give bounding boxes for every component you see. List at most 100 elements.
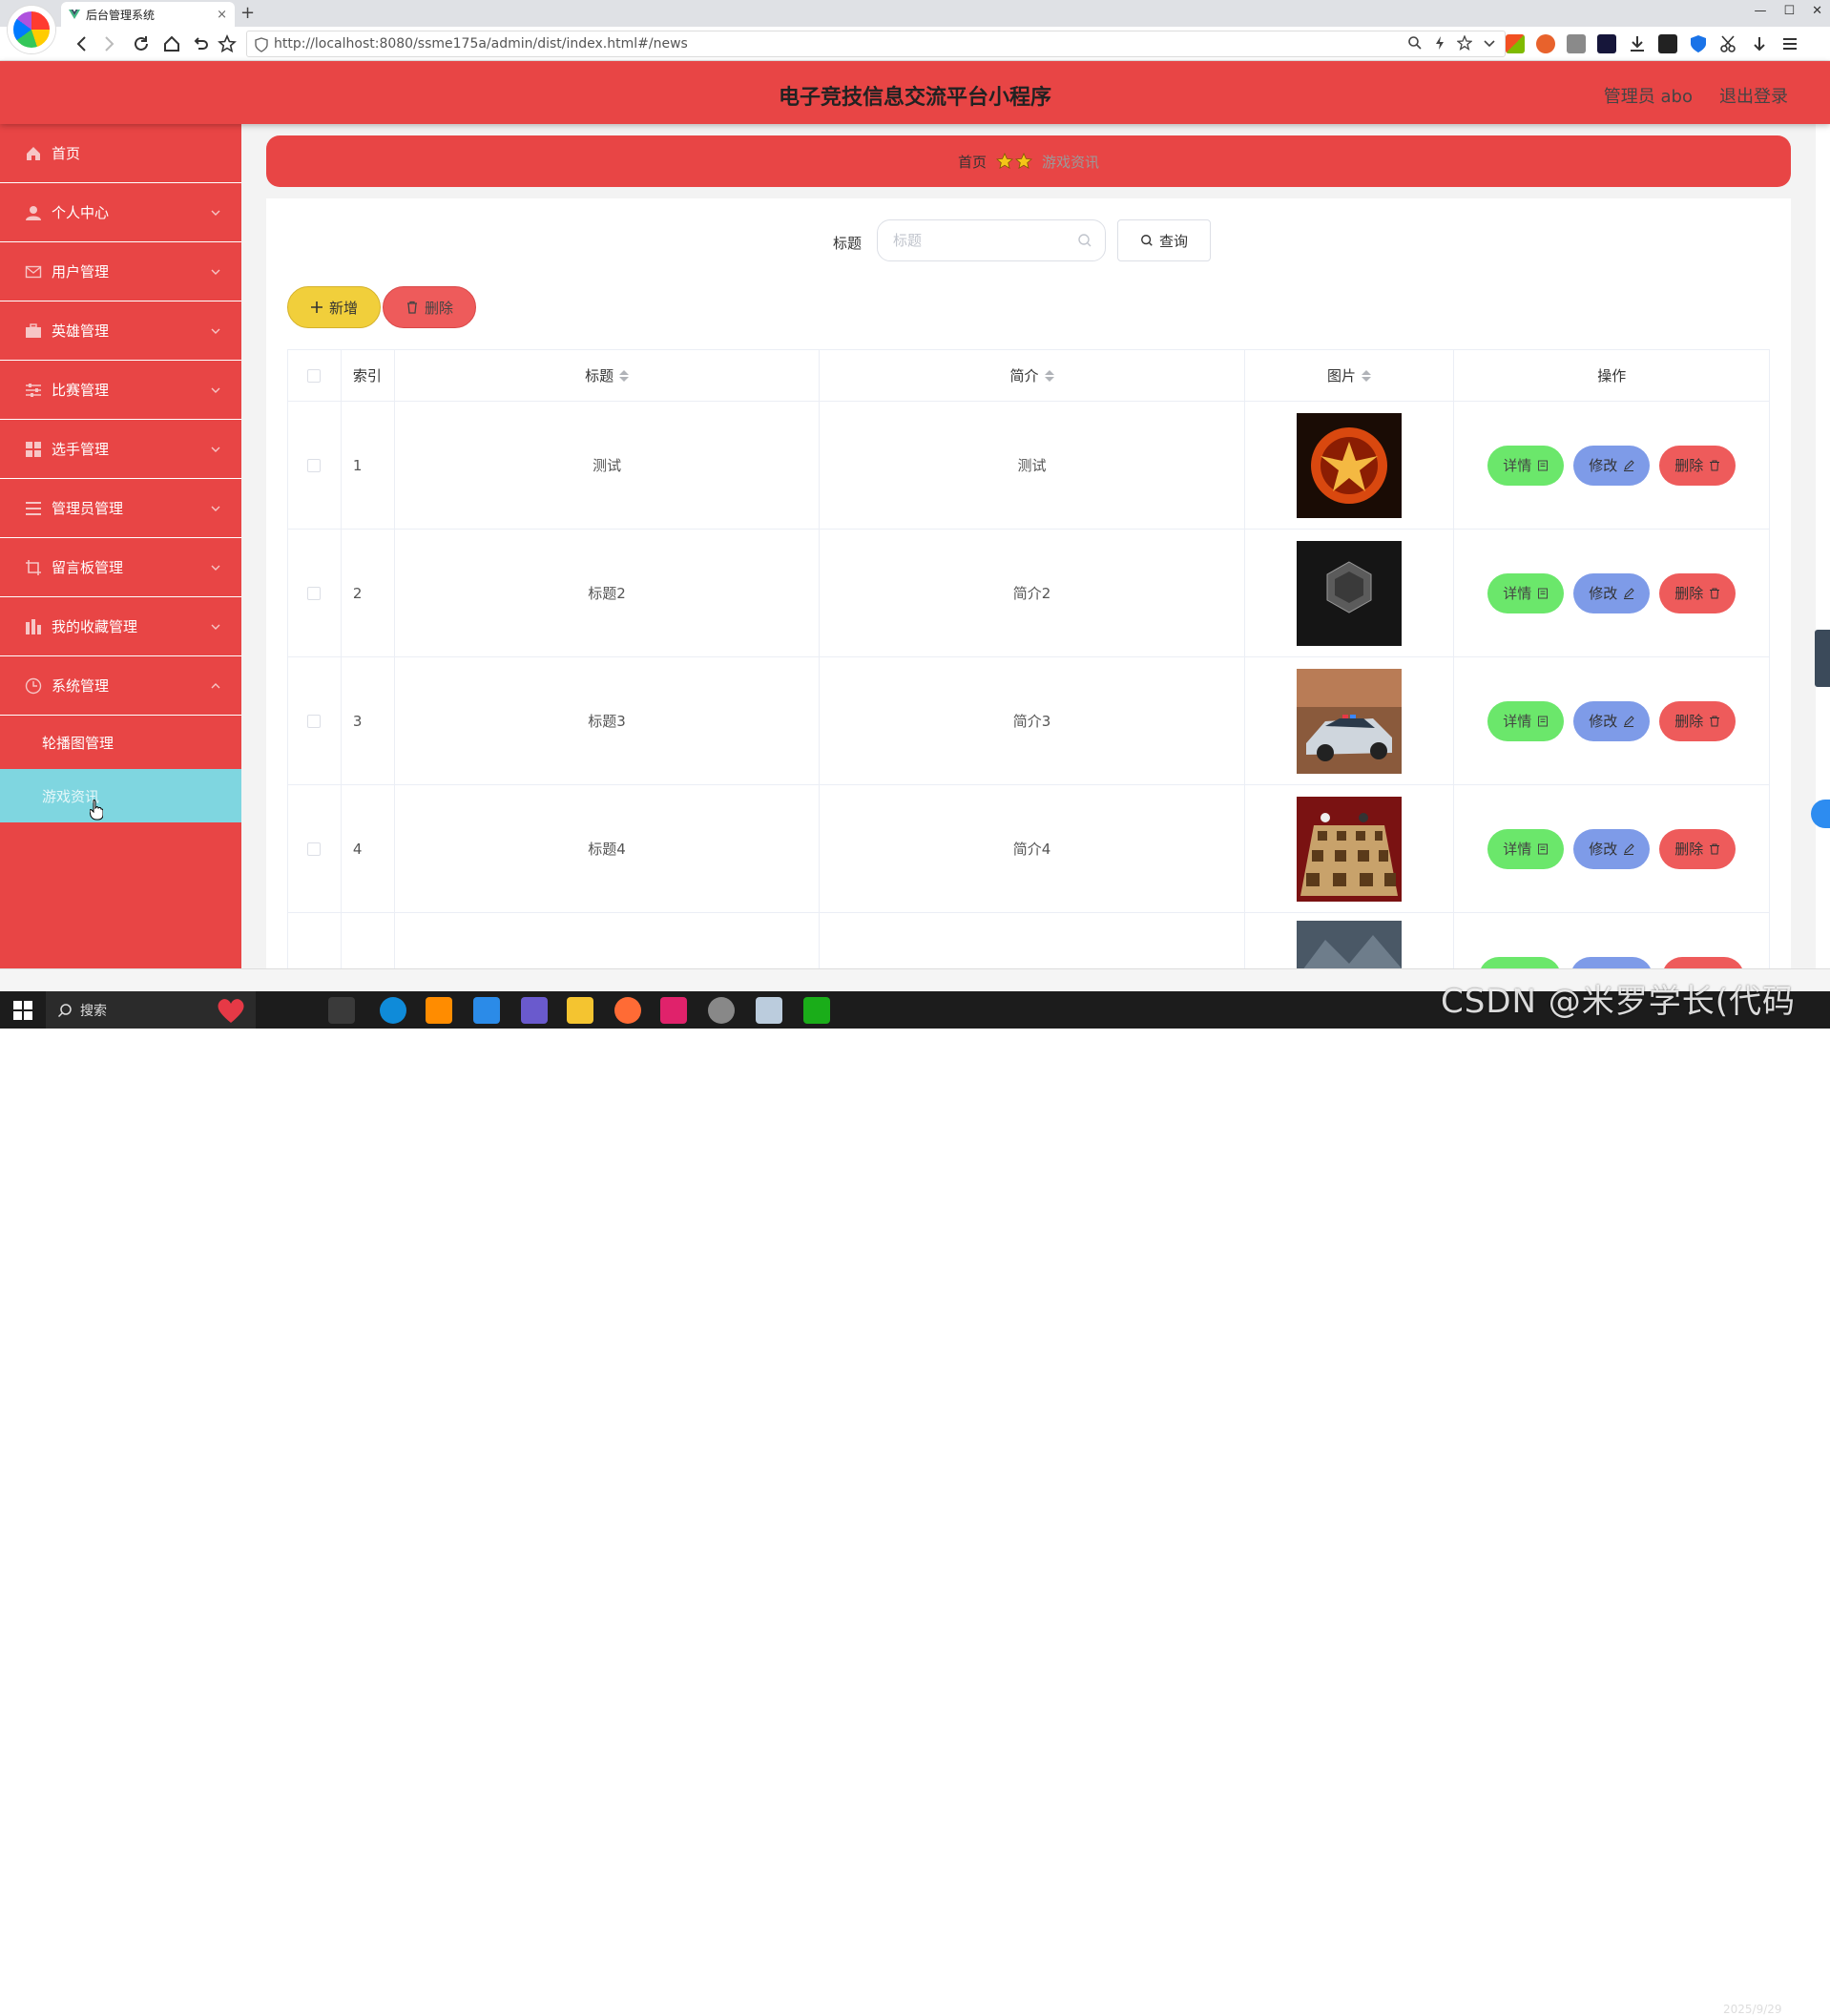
browser-taskbar-icon[interactable] bbox=[708, 997, 735, 1024]
sidebar-item-player-management[interactable]: 选手管理 bbox=[0, 420, 241, 479]
news-thumbnail[interactable] bbox=[1297, 412, 1403, 518]
sidebar-item-home[interactable]: 首页 bbox=[0, 124, 241, 183]
window-close-button[interactable]: ✕ bbox=[1812, 4, 1822, 18]
sidebar-subitem-carousel[interactable]: 轮播图管理 bbox=[0, 716, 241, 769]
edit-button[interactable] bbox=[1570, 957, 1653, 968]
sort-icon[interactable] bbox=[619, 369, 630, 382]
notes-icon[interactable] bbox=[756, 997, 782, 1024]
edit-button[interactable]: 修改 bbox=[1573, 572, 1651, 613]
side-scroll-handle[interactable] bbox=[1815, 630, 1830, 687]
sidebar-item-label: 选手管理 bbox=[52, 441, 110, 458]
taskbar-search[interactable]: 搜索 bbox=[46, 991, 256, 1029]
store-icon[interactable] bbox=[473, 997, 500, 1024]
news-thumbnail[interactable] bbox=[1297, 796, 1403, 902]
scissors-icon[interactable] bbox=[1719, 34, 1738, 53]
detail-button[interactable]: 详情 bbox=[1487, 828, 1565, 869]
news-thumbnail[interactable] bbox=[1297, 668, 1403, 774]
shield-blue-icon[interactable] bbox=[1689, 34, 1708, 53]
edit-button[interactable]: 修改 bbox=[1573, 445, 1651, 486]
column-header-image[interactable]: 图片 bbox=[1327, 365, 1356, 385]
extension-music-icon[interactable] bbox=[1567, 34, 1586, 53]
sidebar-item-match-management[interactable]: 比赛管理 bbox=[0, 361, 241, 420]
breadcrumb-home[interactable]: 首页 bbox=[958, 152, 987, 172]
delete-button[interactable]: 删除 bbox=[1659, 828, 1736, 869]
back-icon[interactable] bbox=[73, 34, 92, 53]
sliders-icon bbox=[26, 383, 41, 397]
extension-fire-icon[interactable] bbox=[1536, 34, 1555, 53]
dropdown-chevron-icon[interactable] bbox=[1482, 35, 1497, 51]
column-header-title[interactable]: 标题 bbox=[585, 365, 613, 385]
trash-icon bbox=[1710, 843, 1720, 854]
delete-button[interactable]: 删除 bbox=[1659, 445, 1736, 486]
favorite-star-icon[interactable] bbox=[1457, 35, 1472, 51]
logout-link[interactable]: 退出登录 bbox=[1719, 83, 1788, 108]
sidebar-item-message-board[interactable]: 留言板管理 bbox=[0, 538, 241, 597]
column-header-index: 索引 bbox=[352, 367, 382, 384]
sidebar-subitem-game-news[interactable]: 游戏资讯 bbox=[0, 769, 241, 822]
edit-button[interactable]: 修改 bbox=[1573, 700, 1651, 741]
news-thumbnail[interactable] bbox=[1297, 921, 1403, 968]
security-shield-icon bbox=[255, 37, 268, 52]
sidebar-item-personal-center[interactable]: 个人中心 bbox=[0, 183, 241, 242]
row-checkbox[interactable] bbox=[307, 714, 322, 728]
task-view-icon[interactable] bbox=[328, 997, 355, 1024]
sort-icon[interactable] bbox=[1362, 369, 1372, 382]
browser-tab[interactable]: 后台管理系统 × bbox=[61, 2, 235, 27]
row-checkbox[interactable] bbox=[307, 458, 322, 472]
apps-grid-icon[interactable] bbox=[1506, 34, 1525, 53]
detail-button[interactable]: 详情 bbox=[1487, 572, 1565, 613]
title-search-input[interactable] bbox=[877, 219, 1106, 261]
sidebar-item-favorites[interactable]: 我的收藏管理 bbox=[0, 597, 241, 656]
chevron-down-icon bbox=[211, 387, 220, 393]
sidebar-item-system-management[interactable]: 系统管理 bbox=[0, 656, 241, 716]
sidebar-item-hero-management[interactable]: 英雄管理 bbox=[0, 301, 241, 361]
query-button[interactable]: 查询 bbox=[1117, 219, 1211, 261]
menu-icon[interactable] bbox=[1780, 34, 1799, 53]
undo-icon[interactable] bbox=[191, 34, 210, 53]
extension-puzzle-icon[interactable] bbox=[1658, 34, 1677, 53]
tab-close-icon[interactable]: × bbox=[217, 8, 227, 22]
download-icon[interactable] bbox=[1628, 34, 1647, 53]
sidebar-item-admin-management[interactable]: 管理员管理 bbox=[0, 479, 241, 538]
row-checkbox[interactable] bbox=[307, 586, 322, 600]
bookmark-star-icon[interactable] bbox=[218, 34, 237, 53]
app-icon[interactable] bbox=[521, 997, 548, 1024]
forward-icon[interactable] bbox=[99, 34, 118, 53]
window-maximize-button[interactable]: ☐ bbox=[1783, 4, 1795, 18]
address-bar[interactable]: http://localhost:8080/ssme175a/admin/dis… bbox=[246, 31, 1506, 57]
new-tab-button[interactable]: + bbox=[240, 3, 255, 23]
chevron-down-icon bbox=[211, 210, 220, 216]
lightning-icon[interactable] bbox=[1432, 35, 1447, 51]
edit-label: 修改 bbox=[1589, 841, 1618, 858]
extension-icons bbox=[1506, 34, 1799, 53]
zoom-icon[interactable] bbox=[1407, 35, 1423, 51]
ide-icon[interactable] bbox=[660, 997, 687, 1024]
detail-button[interactable] bbox=[1479, 957, 1562, 968]
news-thumbnail[interactable] bbox=[1297, 540, 1403, 646]
delete-button[interactable]: 删除 bbox=[1659, 572, 1736, 613]
reload-icon[interactable] bbox=[132, 34, 151, 53]
edge-browser-icon[interactable] bbox=[380, 997, 406, 1024]
extension-dark-icon[interactable] bbox=[1597, 34, 1616, 53]
chevron-down-icon bbox=[211, 328, 220, 334]
detail-button[interactable]: 详情 bbox=[1487, 700, 1565, 741]
edit-button[interactable]: 修改 bbox=[1573, 828, 1651, 869]
sort-icon[interactable] bbox=[1044, 369, 1054, 382]
window-minimize-button[interactable]: — bbox=[1754, 4, 1766, 18]
sidebar-item-user-management[interactable]: 用户管理 bbox=[0, 242, 241, 301]
column-header-desc[interactable]: 简介 bbox=[1009, 365, 1038, 385]
windows-start-icon[interactable] bbox=[13, 1001, 32, 1020]
home-nav-icon[interactable] bbox=[162, 34, 181, 53]
delete-button[interactable]: 删除 bbox=[1659, 700, 1736, 741]
detail-button[interactable]: 详情 bbox=[1487, 445, 1565, 486]
wechat-icon[interactable] bbox=[803, 997, 830, 1024]
app-colorful-icon[interactable] bbox=[614, 997, 641, 1024]
batch-delete-button[interactable]: 删除 bbox=[383, 286, 476, 328]
add-button[interactable]: 新增 bbox=[287, 286, 381, 328]
select-all-checkbox[interactable] bbox=[307, 368, 322, 383]
delete-button[interactable] bbox=[1662, 957, 1745, 968]
row-checkbox[interactable] bbox=[307, 842, 322, 856]
search-app-icon[interactable] bbox=[426, 997, 452, 1024]
file-explorer-icon[interactable] bbox=[567, 997, 593, 1024]
arrow-down-icon[interactable] bbox=[1750, 34, 1769, 53]
